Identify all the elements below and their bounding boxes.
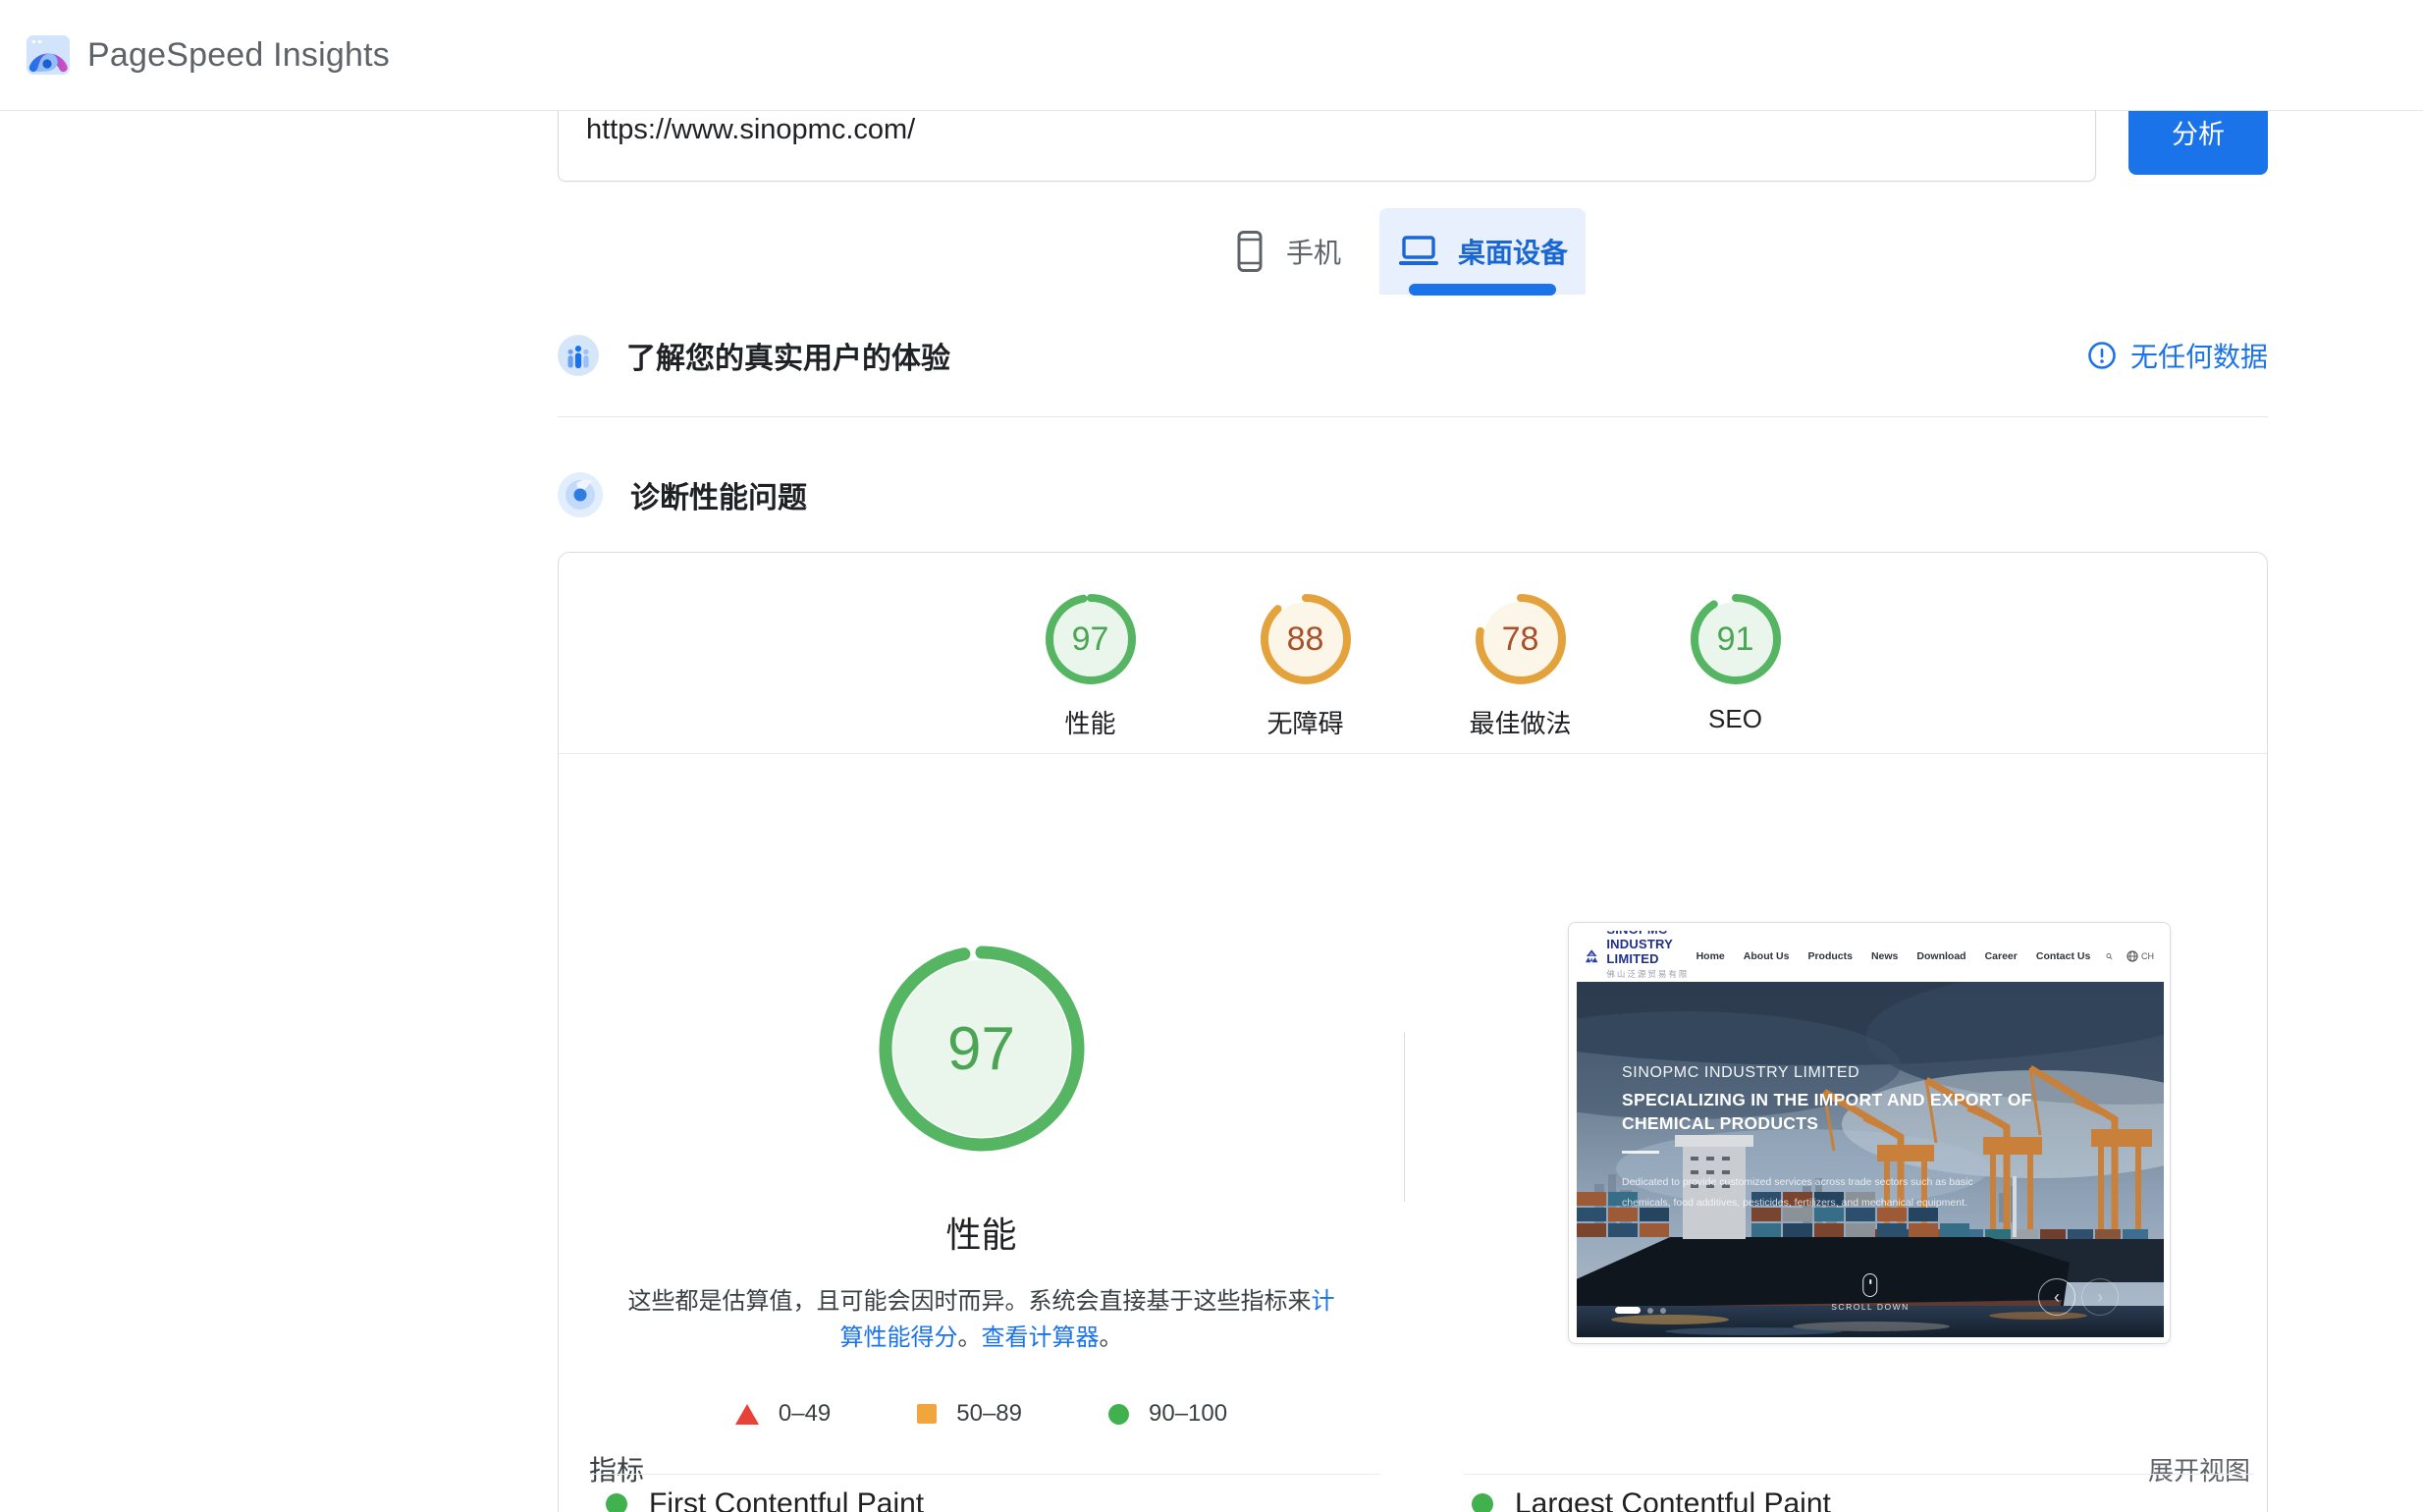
site-nav-item: Download [1916, 950, 1965, 962]
info-icon [2087, 341, 2117, 370]
performance-gauge[interactable]: 97 [875, 942, 1089, 1156]
site-nav-item: Home [1696, 950, 1725, 962]
field-data-section-header: 了解您的真实用户的体验 无任何数据 [558, 324, 2268, 387]
carousel-dot [1660, 1308, 1666, 1314]
carousel-next-arrow: › [2081, 1278, 2119, 1316]
metric-fcp: First Contentful Paint [606, 1487, 924, 1512]
category-score-label: SEO [1628, 704, 1843, 734]
carousel-dot [1647, 1308, 1653, 1314]
score-summary-row: 97 性能 88 无障碍 78 最佳做法 91 [559, 592, 2267, 740]
category-score-gauge[interactable]: 91 SEO [1628, 592, 1843, 740]
good-range-icon [1108, 1404, 1129, 1425]
site-search-icon [2106, 949, 2113, 963]
calculator-link[interactable]: 查看计算器 [982, 1324, 1100, 1351]
score-disclaimer: 这些都是估算值，且可能会因时而异。系统会直接基于这些指标来计算性能得分。查看计算… [619, 1283, 1345, 1356]
section-divider [558, 416, 2268, 417]
poor-range-icon [735, 1404, 759, 1425]
app-header: PageSpeed Insights [0, 0, 2423, 111]
tab-mobile[interactable]: 手机 [1235, 208, 1341, 295]
category-score-label: 性能 [983, 704, 1198, 740]
metric-lcp: Largest Contentful Paint [1472, 1487, 1831, 1512]
performance-gauge-section: 97 性能 这些都是估算值，且可能会因时而异。系统会直接基于这些指标来计算性能得… [559, 942, 1404, 1428]
lighthouse-icon [558, 472, 603, 517]
legend-item-average: 50–89 [917, 1400, 1022, 1428]
desktop-icon [1397, 235, 1440, 268]
metric-status-dot-good [1472, 1493, 1493, 1512]
phone-icon [1235, 230, 1265, 273]
globe-icon [2127, 950, 2138, 962]
category-score-gauge[interactable]: 78 最佳做法 [1413, 592, 1628, 740]
field-data-title: 了解您的真实用户的体验 [626, 334, 950, 377]
legend-item-good: 90–100 [1108, 1400, 1227, 1428]
card-divider [559, 753, 2267, 754]
site-language-switch: CH [2127, 950, 2154, 962]
site-nav-item: News [1871, 950, 1898, 962]
selected-tab-indicator [1409, 284, 1556, 296]
category-score-label: 无障碍 [1198, 704, 1413, 740]
site-nav-item: Career [1985, 950, 2018, 962]
category-score-label: 最佳做法 [1413, 704, 1628, 740]
carousel-arrows: ‹ › [2038, 1278, 2119, 1316]
performance-gauge-label: 性能 [945, 1207, 1016, 1258]
hero-description: Dedicated to provide customized services… [1622, 1172, 2015, 1214]
metric-divider-right [1464, 1474, 2254, 1475]
carousel-dot-active [1615, 1307, 1641, 1314]
diagnose-section-header: 诊断性能问题 [558, 463, 2268, 526]
hero-subtitle: SPECIALIZING IN THE IMPORT AND EXPORT OF… [1622, 1088, 2044, 1135]
legend-item-poor: 0–49 [735, 1400, 831, 1428]
scroll-down-indicator: SCROLL DOWN [1831, 1273, 1909, 1312]
hero-divider [1622, 1151, 1659, 1154]
category-score-gauge[interactable]: 97 性能 [983, 592, 1198, 740]
hero-title: SINOPMC INDUSTRY LIMITED [1622, 1064, 1859, 1082]
metric-status-dot-good [606, 1493, 627, 1512]
tab-desktop[interactable]: 桌面设备 [1379, 208, 1586, 295]
category-score-value: 78 [1474, 592, 1568, 686]
app-title: PageSpeed Insights [87, 36, 390, 75]
average-range-icon [917, 1404, 937, 1424]
category-score-gauge[interactable]: 88 无障碍 [1198, 592, 1413, 740]
tab-desktop-label: 桌面设备 [1458, 232, 1568, 271]
no-data-link[interactable]: 无任何数据 [2087, 336, 2268, 375]
disclaimer-text: 这些都是估算值，且可能会因时而异。系统会直接基于这些指标来 [628, 1288, 1312, 1315]
site-nav-item: About Us [1744, 950, 1790, 962]
expand-view-toggle[interactable]: 展开视图 [2148, 1451, 2250, 1487]
pagespeed-logo-icon [25, 31, 72, 79]
tab-mobile-label: 手机 [1286, 232, 1341, 271]
category-score-value: 88 [1259, 592, 1353, 686]
site-nav-item: Products [1807, 950, 1853, 962]
site-screenshot-thumbnail[interactable]: SINOPMC INDUSTRY LIMITED 佛山泛源贸易有限公司 Home… [1568, 922, 2171, 1344]
site-preview: SINOPMC INDUSTRY LIMITED 佛山泛源贸易有限公司 Home… [1577, 931, 2164, 1337]
site-nav-menu: Home About Us Products News Download Career Co… [1696, 950, 2091, 962]
site-nav-item: Contact Us [2036, 950, 2090, 962]
carousel-prev-arrow: ‹ [2038, 1278, 2075, 1316]
metric-divider-left [589, 1474, 1380, 1475]
vertical-divider [1404, 1032, 1405, 1202]
lighthouse-report-card: 97 性能 88 无障碍 78 最佳做法 91 [558, 552, 2268, 1512]
performance-score-value: 97 [875, 942, 1089, 1156]
diagnose-title: 诊断性能问题 [630, 473, 807, 516]
no-data-label: 无任何数据 [2130, 336, 2268, 375]
metrics-heading: 指标 [589, 1449, 644, 1488]
site-brand: SINOPMC INDUSTRY LIMITED [1606, 931, 1696, 966]
sinopmc-logo-icon [1585, 942, 1598, 971]
scroll-down-label: SCROLL DOWN [1831, 1302, 1909, 1312]
pagespeed-insights-page: 分析 PageSpeed Insights 手机 [0, 0, 2423, 1512]
real-users-icon [558, 335, 599, 376]
carousel-dots [1615, 1307, 1666, 1314]
site-lang-label: CH [2141, 951, 2154, 961]
category-score-value: 91 [1689, 592, 1783, 686]
site-hero: SINOPMC INDUSTRY LIMITED SPECIALIZING IN… [1577, 982, 2164, 1337]
site-preview-navbar: SINOPMC INDUSTRY LIMITED 佛山泛源贸易有限公司 Home… [1577, 931, 2164, 982]
mouse-icon [1862, 1273, 1877, 1297]
score-legend: 0–49 50–89 90–100 [710, 1400, 1253, 1428]
category-score-value: 97 [1044, 592, 1138, 686]
